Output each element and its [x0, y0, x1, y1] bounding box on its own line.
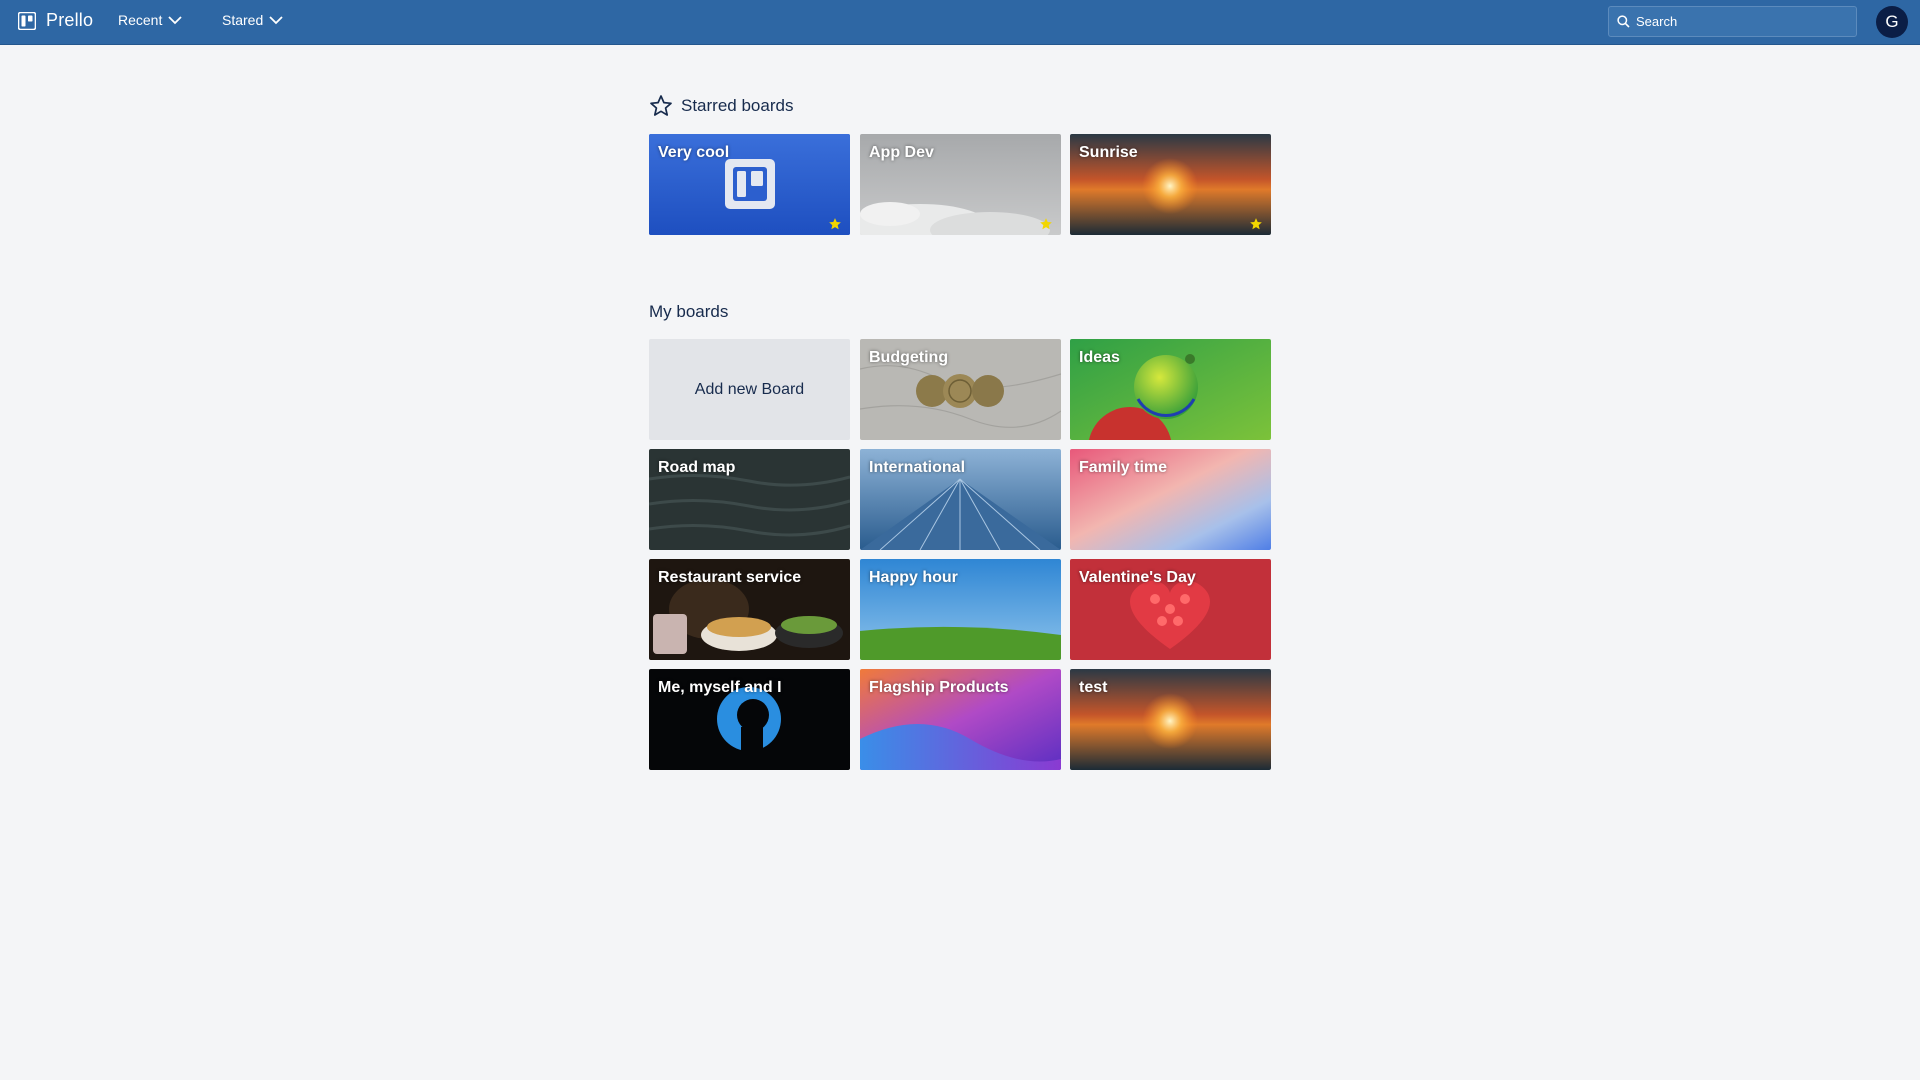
prello-logo-icon [18, 11, 36, 30]
board-title: Ideas [1079, 349, 1120, 366]
search-icon [1617, 15, 1630, 28]
board-title: Me, myself and I [658, 679, 782, 696]
app-logo[interactable]: Prello [18, 10, 93, 31]
board-title: Restaurant service [658, 569, 802, 586]
board-tile-very-cool[interactable]: Very cool [649, 134, 850, 235]
user-avatar[interactable]: G [1876, 6, 1908, 38]
board-title: Valentine's Day [1079, 569, 1196, 586]
board-title: App Dev [869, 144, 934, 161]
board-tile-happy-hour[interactable]: Happy hour [860, 559, 1061, 660]
board-title: Happy hour [869, 569, 958, 586]
board-tile-budgeting[interactable]: Budgeting [860, 339, 1061, 440]
board-tile-sunrise[interactable]: Sunrise [1070, 134, 1271, 235]
starred-boards-heading: Starred boards [649, 94, 793, 118]
board-tile-restaurant-service[interactable]: Restaurant service [649, 559, 850, 660]
board-tile-app-dev[interactable]: App Dev [860, 134, 1061, 235]
board-tile-international[interactable]: International [860, 449, 1061, 550]
board-title: Flagship Products [869, 679, 1009, 696]
app-name: Prello [46, 10, 94, 30]
board-tile-ideas[interactable]: Ideas [1070, 339, 1271, 440]
add-new-board-label: Add new Board [694, 380, 805, 398]
search-input[interactable] [1636, 14, 1836, 29]
search-box[interactable] [1608, 6, 1857, 37]
board-title: Road map [658, 459, 736, 476]
my-boards-title: My boards [649, 302, 729, 321]
board-title: Sunrise [1079, 144, 1138, 161]
board-tile-valentines-day[interactable]: Valentine's Day [1070, 559, 1271, 660]
board-tile-test[interactable]: test [1070, 669, 1271, 770]
star-icon[interactable] [828, 217, 842, 231]
recent-label: Recent [118, 12, 163, 28]
add-new-board-button[interactable]: Add new Board [649, 339, 850, 440]
stared-menu[interactable]: Stared [222, 12, 283, 28]
my-boards-heading: My boards [649, 302, 728, 322]
stared-label: Stared [222, 12, 264, 28]
chevron-down-icon [168, 16, 182, 25]
board-tile-road-map[interactable]: Road map [649, 449, 850, 550]
recent-menu[interactable]: Recent [118, 12, 182, 28]
board-title: test [1079, 679, 1108, 696]
top-navigation-bar: Prello Recent Stared G [0, 0, 1920, 45]
star-icon[interactable] [1249, 217, 1263, 231]
board-tile-me-myself-and-i[interactable]: Me, myself and I [649, 669, 850, 770]
starred-boards-title: Starred boards [681, 96, 794, 115]
star-icon[interactable] [1039, 217, 1053, 231]
chevron-down-icon [269, 16, 283, 25]
board-tile-flagship-products[interactable]: Flagship Products [860, 669, 1061, 770]
board-title: Budgeting [869, 349, 949, 366]
board-title: Family time [1079, 459, 1168, 476]
board-tile-family-time[interactable]: Family time [1070, 449, 1271, 550]
board-title: Very cool [658, 144, 730, 161]
star-outline-icon [650, 95, 672, 116]
board-title: International [869, 459, 966, 476]
